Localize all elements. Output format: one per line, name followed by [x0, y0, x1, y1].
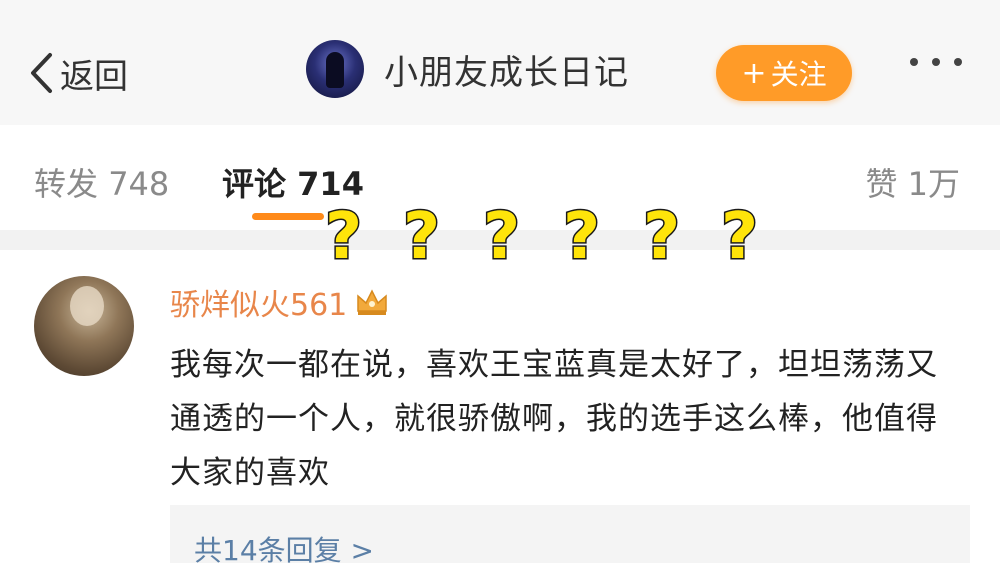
more-options-icon[interactable] — [910, 58, 962, 66]
question-mark: ? — [561, 199, 601, 276]
tab-repost[interactable]: 转发 748 — [34, 159, 169, 205]
avatar[interactable] — [34, 276, 134, 376]
account-avatar[interactable] — [306, 40, 364, 98]
account-name[interactable]: 小朋友成长日记 — [384, 45, 629, 94]
comment-text: 我每次一都在说，喜欢王宝蓝真是太好了，坦坦荡荡又通透的一个人，就很骄傲啊，我的选… — [170, 347, 938, 491]
dot — [932, 58, 940, 66]
dot — [954, 58, 962, 66]
chevron-left-icon — [31, 53, 52, 93]
question-mark: ? — [481, 199, 521, 276]
question-mark: ? — [323, 199, 363, 276]
question-mark: ? — [641, 199, 681, 276]
username-label: 骄烊似火561 — [170, 288, 348, 323]
comment-item: 骄烊似火561 我每次一都在说，喜欢王宝蓝真是太好了，坦坦荡荡又通透的一个人，就… — [0, 250, 1000, 563]
tab-comment-count: 714 — [297, 165, 364, 203]
tab-comment[interactable]: 评论 714 — [222, 159, 364, 205]
tab-comment-label: 评论 — [222, 165, 287, 203]
follow-label: 关注 — [770, 58, 827, 91]
follow-button[interactable]: + 关注 — [716, 45, 852, 101]
question-mark-overlay: ? ? ? ? ? ? — [323, 199, 785, 280]
plus-icon: + — [741, 55, 767, 91]
tab-repost-label: 转发 — [34, 165, 99, 203]
question-mark: ? — [719, 199, 759, 276]
tab-like[interactable]: 赞 1万 — [865, 159, 960, 205]
comment-username[interactable]: 骄烊似火561 — [170, 280, 389, 324]
tab-like-label: 赞 — [865, 165, 898, 203]
active-tab-indicator — [252, 213, 324, 220]
question-mark: ? — [401, 199, 441, 276]
back-button[interactable]: 返回 — [28, 48, 128, 98]
back-label: 返回 — [60, 56, 128, 97]
account-header[interactable]: 小朋友成长日记 — [306, 40, 629, 98]
tab-repost-count: 748 — [108, 165, 170, 203]
crown-icon — [357, 289, 388, 315]
view-replies-link[interactable]: 共14条回复 > — [170, 505, 970, 563]
top-nav-bar: 返回 小朋友成长日记 + 关注 — [0, 0, 1000, 125]
tab-like-count: 1万 — [907, 165, 960, 203]
dot — [910, 58, 918, 66]
